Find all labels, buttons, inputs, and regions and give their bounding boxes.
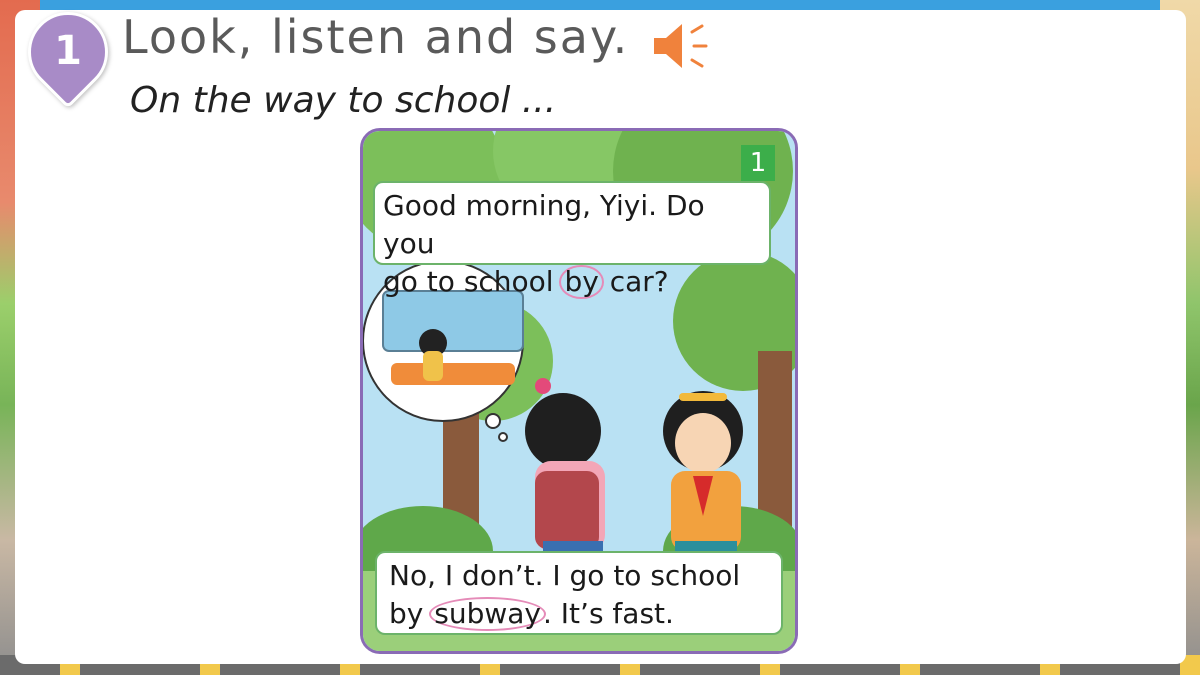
answer-text-after: . It’s fast. (543, 597, 674, 630)
lesson-number: 1 (54, 28, 82, 74)
answer-line-2: by subway. It’s fast. (389, 595, 769, 633)
highlighted-word-by: by (559, 265, 604, 299)
answer-text-before: by (389, 597, 433, 630)
comic-panel: 1 Good morning, Yiyi. Do you go to schoo… (360, 128, 798, 654)
lesson-subtitle: On the way to school ... (130, 80, 557, 121)
panel-number: 1 (741, 145, 775, 181)
lesson-heading: Look, listen and say. (122, 10, 630, 64)
question-text-after: car? (600, 265, 669, 298)
question-text-before: go to school (383, 265, 563, 298)
question-line-1: Good morning, Yiyi. Do you (383, 189, 705, 260)
question-line-2: go to school by car? (383, 263, 761, 301)
speech-bubble-answer: No, I don’t. I go to school by subway. I… (375, 551, 783, 635)
highlighted-word-subway: subway (429, 597, 546, 631)
speaker-icon[interactable] (650, 20, 710, 72)
speech-bubble-question: Good morning, Yiyi. Do you go to school … (373, 181, 771, 299)
answer-line-1: No, I don’t. I go to school (389, 559, 741, 592)
